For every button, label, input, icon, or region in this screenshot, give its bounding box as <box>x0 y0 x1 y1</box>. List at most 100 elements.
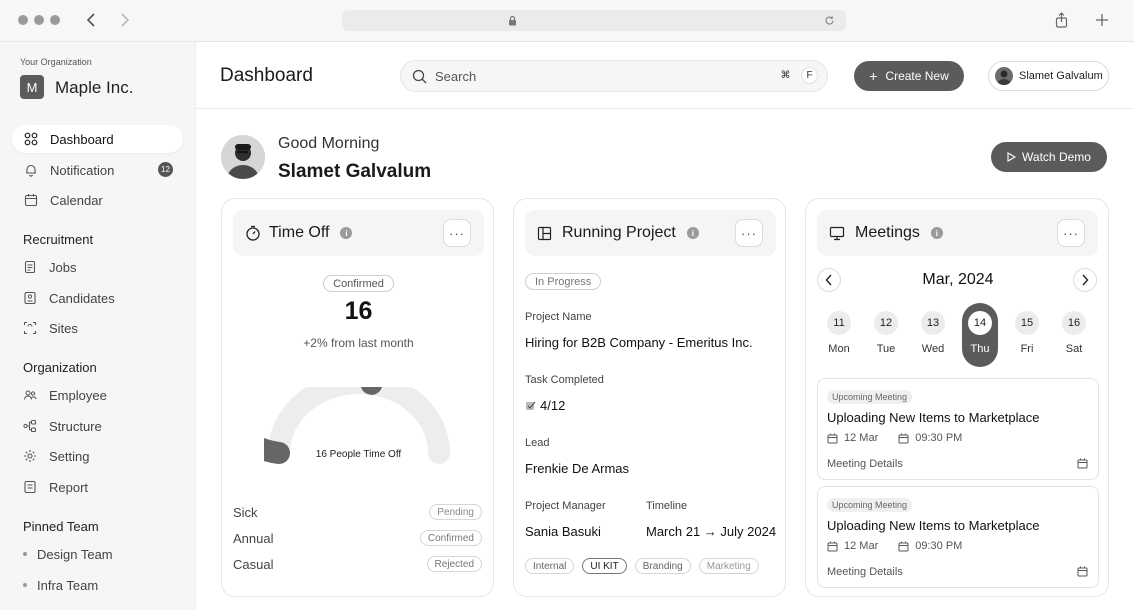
status-badge-confirmed: Confirmed <box>419 530 482 546</box>
org-label: Your Organization <box>20 57 92 67</box>
info-icon[interactable]: i <box>930 227 943 239</box>
stopwatch-icon <box>245 225 261 241</box>
watch-demo-button[interactable]: Watch Demo <box>991 142 1107 172</box>
sidebar-item-design-team[interactable]: Design Team <box>23 540 183 568</box>
sidebar-item-infra-team[interactable]: Infra Team <box>23 571 183 599</box>
plus-icon: + <box>869 68 878 84</box>
sidebar-item-candidates[interactable]: Candidates <box>23 284 183 312</box>
day-name: Sat <box>1065 343 1083 355</box>
meeting-date: 12 Mar <box>844 540 879 552</box>
day-sat[interactable]: 16 Sat <box>1056 303 1092 367</box>
address-bar[interactable] <box>342 10 846 31</box>
timeline-label: Timeline <box>646 500 688 512</box>
window-zoom-dot[interactable] <box>50 15 60 25</box>
status-badge-pending: Pending <box>429 504 482 520</box>
tag-internal[interactable]: Internal <box>525 558 575 574</box>
day-tue[interactable]: 12 Tue <box>868 303 904 367</box>
forward-icon[interactable] <box>120 12 130 28</box>
add-to-calendar-icon[interactable] <box>1077 458 1088 469</box>
sidebar-item-label: Setting <box>49 448 90 464</box>
sidebar-item-structure[interactable]: Structure <box>23 412 183 440</box>
create-new-label: Create New <box>885 69 949 83</box>
tag-ui-kit[interactable]: UI KIT <box>582 558 627 574</box>
calendar-icon <box>827 433 838 444</box>
status-badge: Confirmed <box>323 275 394 292</box>
project-manager-label: Project Manager <box>525 500 606 512</box>
meeting-item[interactable]: Upcoming Meeting Uploading New Items to … <box>817 378 1099 480</box>
time-off-change: +2% from last month <box>303 336 414 350</box>
create-new-button[interactable]: + Create New <box>854 61 964 91</box>
pinned-team-heading: Pinned Team <box>23 519 99 534</box>
reload-icon[interactable] <box>824 15 835 26</box>
command-key: ⌘ <box>780 70 791 81</box>
bullet-icon <box>23 583 27 587</box>
info-icon[interactable]: i <box>686 227 699 239</box>
next-month-button[interactable] <box>1073 268 1097 292</box>
day-name: Thu <box>970 343 990 355</box>
avatar <box>995 67 1013 85</box>
sidebar-item-report[interactable]: Report <box>23 473 183 501</box>
tag-branding[interactable]: Branding <box>634 558 691 574</box>
sidebar-item-employee[interactable]: Employee <box>23 381 183 409</box>
org-name[interactable]: Maple Inc. <box>55 78 133 98</box>
clipboard-icon <box>23 260 37 274</box>
sidebar-item-setting[interactable]: Setting <box>23 442 183 470</box>
browser-toolbar <box>0 0 1134 42</box>
sidebar-item-label: Sites <box>49 320 78 336</box>
sidebar-item-label: Jobs <box>49 259 77 275</box>
sidebar-item-sites[interactable]: Sites <box>23 314 183 342</box>
day-fri[interactable]: 15 Fri <box>1009 303 1045 367</box>
add-to-calendar-icon[interactable] <box>1077 566 1088 577</box>
project-name-label: Project Name <box>525 311 592 323</box>
sidebar: Your Organization M Maple Inc. Dashboard… <box>0 42 196 610</box>
more-options-button[interactable]: ··· <box>735 219 763 247</box>
month-label: Mar, 2024 <box>922 271 994 288</box>
window-close-dot[interactable] <box>18 15 28 25</box>
user-menu-button[interactable]: Slamet Galvalum <box>988 61 1109 91</box>
calendar-icon <box>898 541 909 552</box>
lead-label: Lead <box>525 437 550 449</box>
back-icon[interactable] <box>86 12 96 28</box>
day-wed[interactable]: 13 Wed <box>915 303 951 367</box>
project-tags: Internal UI KIT Branding Marketing <box>525 558 759 574</box>
tag-marketing[interactable]: Marketing <box>698 558 759 574</box>
info-icon[interactable]: i <box>340 227 353 239</box>
running-project-header: Running Project i ··· <box>525 210 776 256</box>
time-off-card: Time Off i ··· Confirmed 16 +2% from las… <box>221 198 494 597</box>
meeting-item[interactable]: Upcoming Meeting Uploading New Items to … <box>817 486 1099 588</box>
running-project-title: Running Project <box>562 224 676 241</box>
time-off-header: Time Off i ··· <box>233 210 484 256</box>
project-manager-name: Sania Basuki <box>525 524 601 539</box>
leave-type-annual: Annual <box>233 531 274 546</box>
calendar-icon <box>24 193 38 207</box>
meeting-details-link[interactable]: Meeting Details <box>827 566 903 578</box>
search-input[interactable]: Search <box>435 69 476 84</box>
day-mon[interactable]: 11 Mon <box>821 303 857 367</box>
gauge-label: 16 People Time Off <box>315 449 402 460</box>
greeting-text: Good Morning <box>278 135 380 152</box>
gear-icon <box>23 449 37 463</box>
more-options-button[interactable]: ··· <box>443 219 471 247</box>
search-bar[interactable]: Search ⌘ F <box>400 60 828 92</box>
sidebar-item-jobs[interactable]: Jobs <box>23 253 183 281</box>
day-thu[interactable]: 14 Thu <box>962 303 998 367</box>
chevron-right-icon <box>1082 274 1089 286</box>
meeting-time: 09:30 PM <box>915 540 963 552</box>
profile-avatar <box>221 135 265 179</box>
task-completed-row: 4/12 <box>525 398 565 413</box>
day-strip: 11 Mon 12 Tue 13 Wed 14 Thu 15 Fri 16 Sat <box>806 303 1110 371</box>
meeting-tag: Upcoming Meeting <box>827 390 913 404</box>
shortcut-key: F <box>801 67 818 84</box>
sidebar-item-notification[interactable]: Notification 12 <box>12 156 183 184</box>
new-tab-icon[interactable] <box>1095 13 1109 27</box>
sidebar-item-calendar[interactable]: Calendar <box>12 186 183 214</box>
sidebar-item-label: Structure <box>49 418 102 434</box>
more-options-button[interactable]: ··· <box>1057 219 1085 247</box>
gauge-track <box>268 387 450 464</box>
meeting-details-link[interactable]: Meeting Details <box>827 458 903 470</box>
sidebar-item-dashboard[interactable]: Dashboard <box>12 125 183 153</box>
share-icon[interactable] <box>1055 12 1068 28</box>
project-status-badge: In Progress <box>525 273 602 290</box>
window-minimize-dot[interactable] <box>34 15 44 25</box>
id-card-icon <box>23 291 37 305</box>
